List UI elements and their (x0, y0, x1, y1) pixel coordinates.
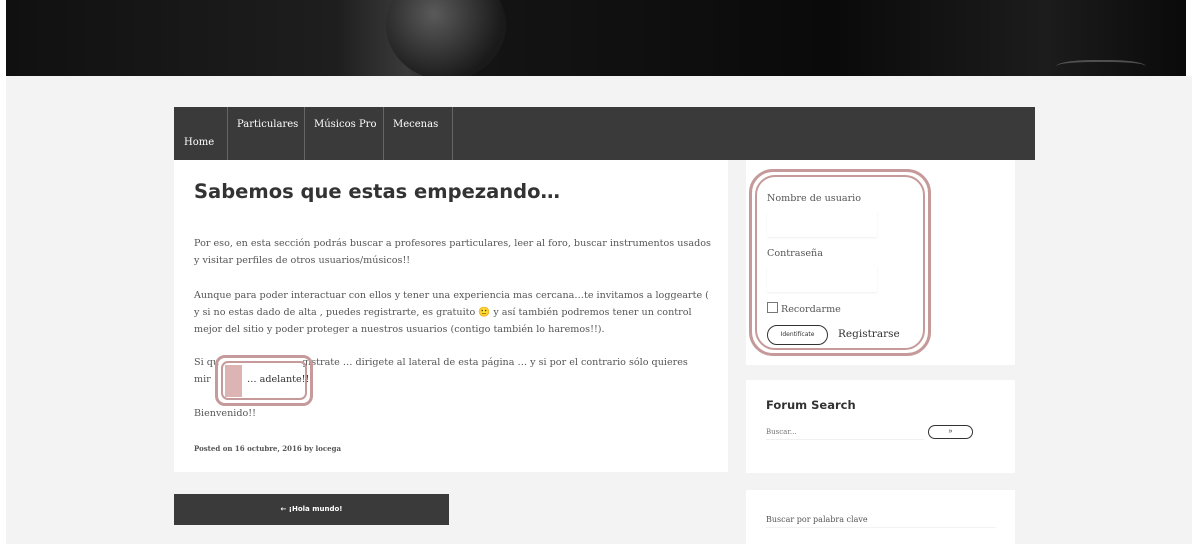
post-paragraph-2: Aunque para poder interactuar con ellos … (194, 287, 714, 338)
nav-item-label: Mecenas (393, 119, 439, 130)
register-link[interactable]: Registrarse (838, 328, 900, 340)
previous-post-button[interactable]: ← ¡Hola mundo! (174, 494, 449, 525)
adelante-link[interactable]: … adelante!! (247, 374, 309, 385)
nav-item-label: Particulares (237, 119, 299, 130)
paragraph-line-end: gistrate … dirigete al lateral de esta p… (302, 357, 688, 368)
post-paragraph-1: Por eso, en esta sección podrás buscar a… (194, 235, 714, 269)
nav-item-particulares[interactable]: Particulares (228, 107, 305, 160)
banner-figure (386, 0, 506, 76)
paragraph-line: y si no estas dado de alta , puedes regi… (194, 307, 692, 318)
header-banner-image (6, 0, 1186, 76)
username-label: Nombre de usuario (767, 193, 862, 204)
banner-detail (1056, 60, 1146, 76)
nav-item-musicos-pro[interactable]: Músicos Pro (305, 107, 384, 160)
scrollbar[interactable] (1186, 76, 1192, 544)
remember-me-label: Recordarme (781, 304, 841, 315)
nav-item-label: Músicos Pro (314, 119, 377, 130)
paragraph-line-start: mir (194, 374, 211, 385)
post-title: Sabemos que estas empezando… (194, 180, 561, 203)
paragraph-line: mejor del sitio y poder proteger a nuest… (194, 324, 605, 335)
login-submit-button[interactable]: Identifícate (767, 325, 828, 345)
password-label: Contraseña (767, 248, 823, 259)
forum-search-title: Forum Search (766, 398, 856, 412)
keyword-search-label: Buscar por palabra clave (766, 515, 868, 524)
nav-item-home[interactable]: Home (174, 107, 228, 160)
paragraph-line: y visitar perfiles de otros usuarios/mús… (194, 255, 411, 266)
main-navigation: Home Particulares Músicos Pro Mecenas (174, 107, 1035, 160)
keyword-search-input[interactable] (766, 527, 996, 528)
paragraph-line: Por eso, en esta sección podrás buscar a… (194, 238, 711, 249)
nav-item-label: Home (184, 137, 215, 148)
forum-search-input[interactable] (766, 424, 924, 440)
post-meta: Posted on 16 octubre, 2016 by locega (194, 444, 342, 453)
password-field[interactable] (767, 266, 877, 292)
nav-item-mecenas[interactable]: Mecenas (384, 107, 453, 160)
username-field[interactable] (767, 211, 877, 237)
post-card: Sabemos que estas empezando… Por eso, en… (174, 160, 728, 472)
paragraph-line: Aunque para poder interactuar con ellos … (194, 290, 709, 301)
post-paragraph-4: Bienvenido!! (194, 408, 256, 419)
remember-me-checkbox[interactable] (767, 302, 778, 313)
forum-search-button[interactable]: » (928, 425, 973, 439)
